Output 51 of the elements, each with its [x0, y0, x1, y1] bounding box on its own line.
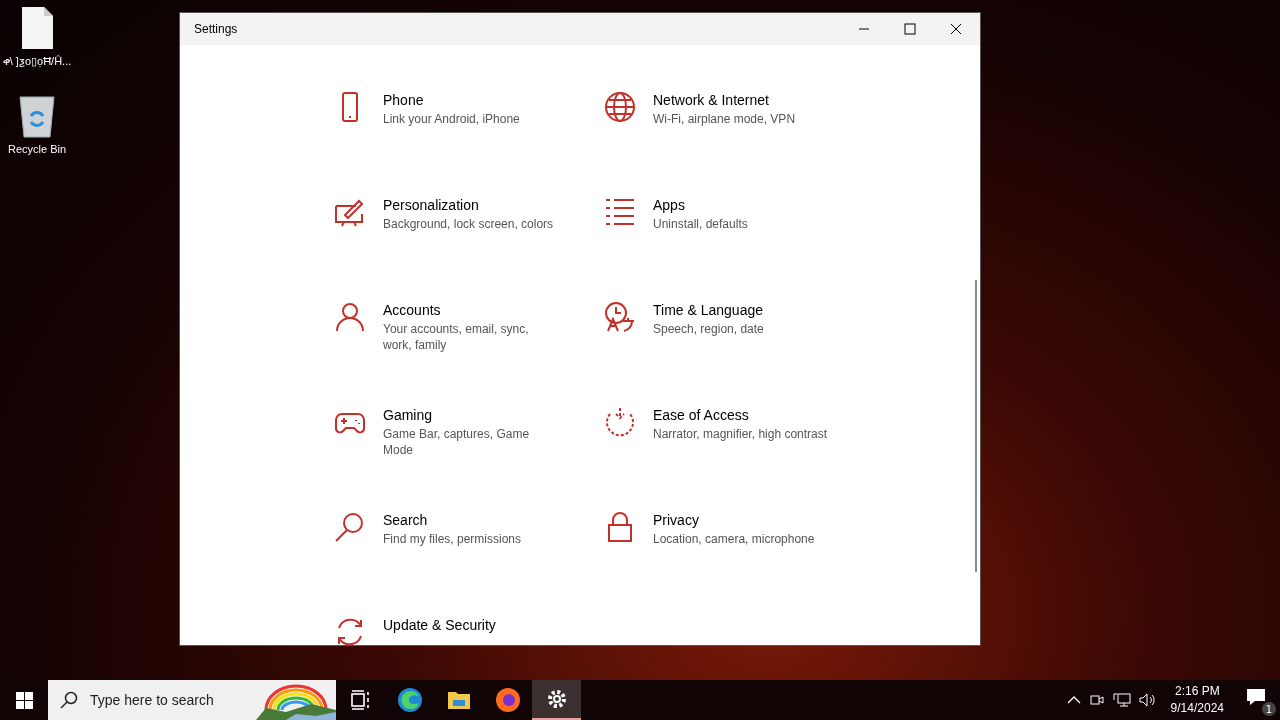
scrollbar-thumb[interactable]: [975, 280, 977, 572]
chevron-up-icon[interactable]: [1066, 695, 1081, 705]
notification-icon[interactable]: [1246, 688, 1266, 706]
category-description: Game Bar, captures, Game Mode: [383, 426, 531, 458]
category-title[interactable]: Personalization: [383, 194, 558, 216]
category-title[interactable]: Network & Internet: [653, 89, 828, 111]
category-title[interactable]: Ease of Access: [653, 404, 828, 426]
clock-icon[interactable]: [604, 301, 636, 333]
category-title[interactable]: Search: [383, 509, 558, 531]
task-view-icon: [349, 689, 372, 711]
window-title: Settings: [194, 22, 238, 36]
category-description: Location, camera, microphone: [653, 531, 816, 547]
camera-icon[interactable]: [1088, 692, 1105, 708]
category-description: Wi-Fi, airplane mode, VPN: [653, 111, 797, 127]
category-title[interactable]: Update & Security: [383, 614, 558, 636]
browser-icon: [396, 687, 423, 713]
category-description: Link your Android, iPhone: [383, 111, 521, 127]
category-description: Uninstall, defaults: [653, 216, 749, 232]
notification-badge: 1: [1262, 702, 1276, 716]
clock-time[interactable]: 2:16 PM: [1174, 683, 1220, 700]
folder-icon: [446, 689, 471, 711]
search-field[interactable]: Type here to search: [88, 691, 262, 709]
recycle-bin-icon[interactable]: [17, 94, 57, 138]
category-description: Find my files, permissions: [383, 531, 523, 547]
gear-icon: [545, 688, 568, 710]
windows-start-icon[interactable]: [16, 691, 33, 709]
search-bar[interactable]: Type here to search: [48, 680, 336, 720]
clock-date[interactable]: 9/14/2024: [1170, 700, 1224, 717]
person-icon[interactable]: [334, 301, 366, 333]
category-description: Speech, region, date: [653, 321, 765, 337]
volume-icon[interactable]: [1138, 692, 1157, 708]
category-title[interactable]: Gaming: [383, 404, 558, 426]
desktop-icon-label: ቀ\ ]ƺo▯ọĦ/Ĥ...: [1, 54, 73, 68]
category-title[interactable]: Apps: [653, 194, 828, 216]
search-icon[interactable]: [334, 511, 366, 543]
category-title[interactable]: Privacy: [653, 509, 828, 531]
category-description: Your accounts, email, sync, work, family: [383, 321, 530, 353]
close-icon[interactable]: [950, 23, 962, 35]
list-icon[interactable]: [604, 196, 636, 228]
category-title[interactable]: Time & Language: [653, 299, 828, 321]
maximize-icon[interactable]: [904, 23, 916, 35]
desktop-icon-label: Recycle Bin: [6, 142, 68, 156]
category-description: Narrator, magnifier, high contrast: [653, 426, 828, 442]
category-description: Background, lock screen, colors: [383, 216, 555, 232]
category-title[interactable]: Accounts: [383, 299, 558, 321]
search-icon: [60, 691, 78, 709]
file-icon[interactable]: [20, 6, 54, 50]
settings-button[interactable]: [532, 680, 581, 720]
network-icon[interactable]: [1112, 692, 1131, 708]
category-title[interactable]: Phone: [383, 89, 558, 111]
globe-icon[interactable]: [604, 91, 636, 123]
